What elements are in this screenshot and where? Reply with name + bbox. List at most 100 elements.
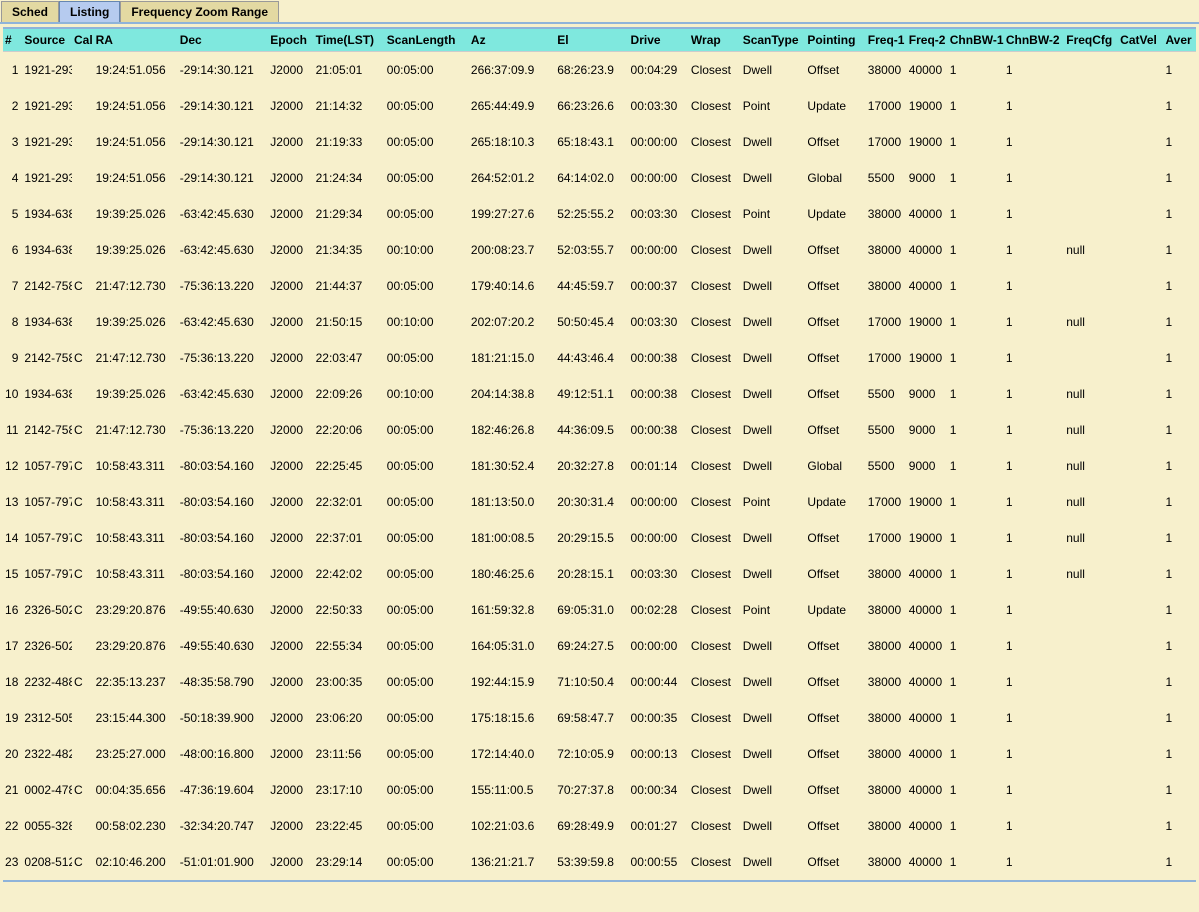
hdr-chnbw2[interactable]: ChnBW-2: [1004, 29, 1064, 52]
hdr-source[interactable]: Source: [22, 29, 72, 52]
cell-ep: J2000: [268, 772, 313, 808]
table-row[interactable]: 192312-50523:15:44.300-50:18:39.900J2000…: [3, 700, 1196, 736]
hdr-aver[interactable]: Aver: [1163, 29, 1196, 52]
cell-wr: Closest: [689, 556, 741, 592]
cell-av: 1: [1163, 412, 1196, 448]
table-row[interactable]: 162326-502pC23:29:20.876-49:55:40.630J20…: [3, 592, 1196, 628]
table-row[interactable]: 81934-63819:39:25.026-63:42:45.630J20002…: [3, 304, 1196, 340]
table-row[interactable]: 92142-758C21:47:12.730-75:36:13.220J2000…: [3, 340, 1196, 376]
tab-freq-zoom[interactable]: Frequency Zoom Range: [120, 1, 279, 22]
table-row[interactable]: 210002-478C00:04:35.656-47:36:19.604J200…: [3, 772, 1196, 808]
cell-lst: 22:37:01: [314, 520, 385, 556]
table-row[interactable]: 121057-797C10:58:43.311-80:03:54.160J200…: [3, 448, 1196, 484]
cell-cal: [72, 124, 94, 160]
cell-av: 1: [1163, 448, 1196, 484]
hdr-freqcfg[interactable]: FreqCfg: [1064, 29, 1118, 52]
hdr-chnbw1[interactable]: ChnBW-1: [948, 29, 1004, 52]
table-row[interactable]: 172326-50223:29:20.876-49:55:40.630J2000…: [3, 628, 1196, 664]
cell-len: 00:05:00: [385, 520, 469, 556]
cell-st: Dwell: [741, 520, 806, 556]
cell-bw2: 1: [1004, 412, 1064, 448]
hdr-freq2[interactable]: Freq-2: [907, 29, 948, 52]
table-row[interactable]: 220055-32800:58:02.230-32:34:20.747J2000…: [3, 808, 1196, 844]
hdr-cal[interactable]: Cal: [72, 29, 94, 52]
cell-cal: C: [72, 340, 94, 376]
hdr-epoch[interactable]: Epoch: [268, 29, 313, 52]
cell-bw2: 1: [1004, 628, 1064, 664]
cell-f2: 40000: [907, 556, 948, 592]
cell-src: 1921-293: [22, 160, 72, 196]
cell-lst: 23:17:10: [314, 772, 385, 808]
cell-f1: 38000: [866, 628, 907, 664]
cell-bw1: 1: [948, 124, 1004, 160]
cell-cal: [72, 88, 94, 124]
table-row[interactable]: 101934-63819:39:25.026-63:42:45.630J2000…: [3, 376, 1196, 412]
cell-cv: [1118, 664, 1163, 700]
cell-el: 49:12:51.1: [555, 376, 628, 412]
hdr-freq1[interactable]: Freq-1: [866, 29, 907, 52]
table-row[interactable]: 51934-638p19:39:25.026-63:42:45.630J2000…: [3, 196, 1196, 232]
cell-fc: [1064, 772, 1118, 808]
cell-bw2: 1: [1004, 664, 1064, 700]
table-row[interactable]: 61934-63819:39:25.026-63:42:45.630J20002…: [3, 232, 1196, 268]
cell-dr: 00:00:00: [629, 160, 689, 196]
cell-ra: 21:47:12.730: [94, 268, 178, 304]
cell-fc: [1064, 628, 1118, 664]
cell-bw2: 1: [1004, 448, 1064, 484]
hdr-drive[interactable]: Drive: [629, 29, 689, 52]
cell-bw2: 1: [1004, 52, 1064, 88]
hdr-dec[interactable]: Dec: [178, 29, 269, 52]
hdr-wrap[interactable]: Wrap: [689, 29, 741, 52]
table-row[interactable]: 31921-29319:24:51.056-29:14:30.121J20002…: [3, 124, 1196, 160]
hdr-el[interactable]: El: [555, 29, 628, 52]
table-row[interactable]: 151057-797C10:58:43.311-80:03:54.160J200…: [3, 556, 1196, 592]
table-row[interactable]: 230208-512C02:10:46.200-51:01:01.900J200…: [3, 844, 1196, 880]
hdr-catvel[interactable]: CatVel: [1118, 29, 1163, 52]
tab-sched[interactable]: Sched: [1, 1, 59, 22]
table-row[interactable]: 112142-758C21:47:12.730-75:36:13.220J200…: [3, 412, 1196, 448]
cell-f2: 19000: [907, 304, 948, 340]
cell-f2: 40000: [907, 196, 948, 232]
cell-dr: 00:00:38: [629, 376, 689, 412]
cell-az: 136:21:21.7: [469, 844, 555, 880]
table-row[interactable]: 182232-488C22:35:13.237-48:35:58.790J200…: [3, 664, 1196, 700]
hdr-pointing[interactable]: Pointing: [805, 29, 865, 52]
hdr-az[interactable]: Az: [469, 29, 555, 52]
hdr-lst[interactable]: Time(LST): [314, 29, 385, 52]
table-row[interactable]: 21921-29319:24:51.056-29:14:30.121J20002…: [3, 88, 1196, 124]
cell-ra: 23:29:20.876: [94, 628, 178, 664]
cell-el: 69:28:49.9: [555, 808, 628, 844]
table-row[interactable]: 141057-797C10:58:43.311-80:03:54.160J200…: [3, 520, 1196, 556]
cell-cv: [1118, 340, 1163, 376]
cell-src: 2142-758: [22, 412, 72, 448]
hdr-idx[interactable]: #: [3, 29, 22, 52]
cell-dec: -47:36:19.604: [178, 772, 269, 808]
hdr-ra[interactable]: RA: [94, 29, 178, 52]
cell-ep: J2000: [268, 592, 313, 628]
cell-src: 1057-797: [22, 484, 72, 520]
cell-f1: 17000: [866, 304, 907, 340]
cell-pt: Offset: [805, 736, 865, 772]
cell-ra: 19:24:51.056: [94, 88, 178, 124]
table-row[interactable]: 72142-758C21:47:12.730-75:36:13.220J2000…: [3, 268, 1196, 304]
tab-listing[interactable]: Listing: [59, 1, 120, 22]
table-row[interactable]: 202322-48223:25:27.000-48:00:16.800J2000…: [3, 736, 1196, 772]
cell-fc: [1064, 88, 1118, 124]
cell-ra: 10:58:43.311: [94, 484, 178, 520]
cell-n: 8: [3, 304, 22, 340]
cell-ep: J2000: [268, 232, 313, 268]
cell-bw1: 1: [948, 412, 1004, 448]
table-row[interactable]: 41921-29319:24:51.056-29:14:30.121J20002…: [3, 160, 1196, 196]
cell-cal: C: [72, 412, 94, 448]
cell-f1: 38000: [866, 736, 907, 772]
table-row[interactable]: 131057-797C10:58:43.311-80:03:54.160J200…: [3, 484, 1196, 520]
hdr-scantype[interactable]: ScanType: [741, 29, 806, 52]
cell-pt: Offset: [805, 376, 865, 412]
cell-fc: null: [1064, 412, 1118, 448]
cell-len: 00:05:00: [385, 664, 469, 700]
cell-el: 53:39:59.8: [555, 844, 628, 880]
cell-cv: [1118, 88, 1163, 124]
table-row[interactable]: 11921-29319:24:51.056-29:14:30.121J20002…: [3, 52, 1196, 88]
cell-az: 202:07:20.2: [469, 304, 555, 340]
hdr-scanlen[interactable]: ScanLength: [385, 29, 469, 52]
